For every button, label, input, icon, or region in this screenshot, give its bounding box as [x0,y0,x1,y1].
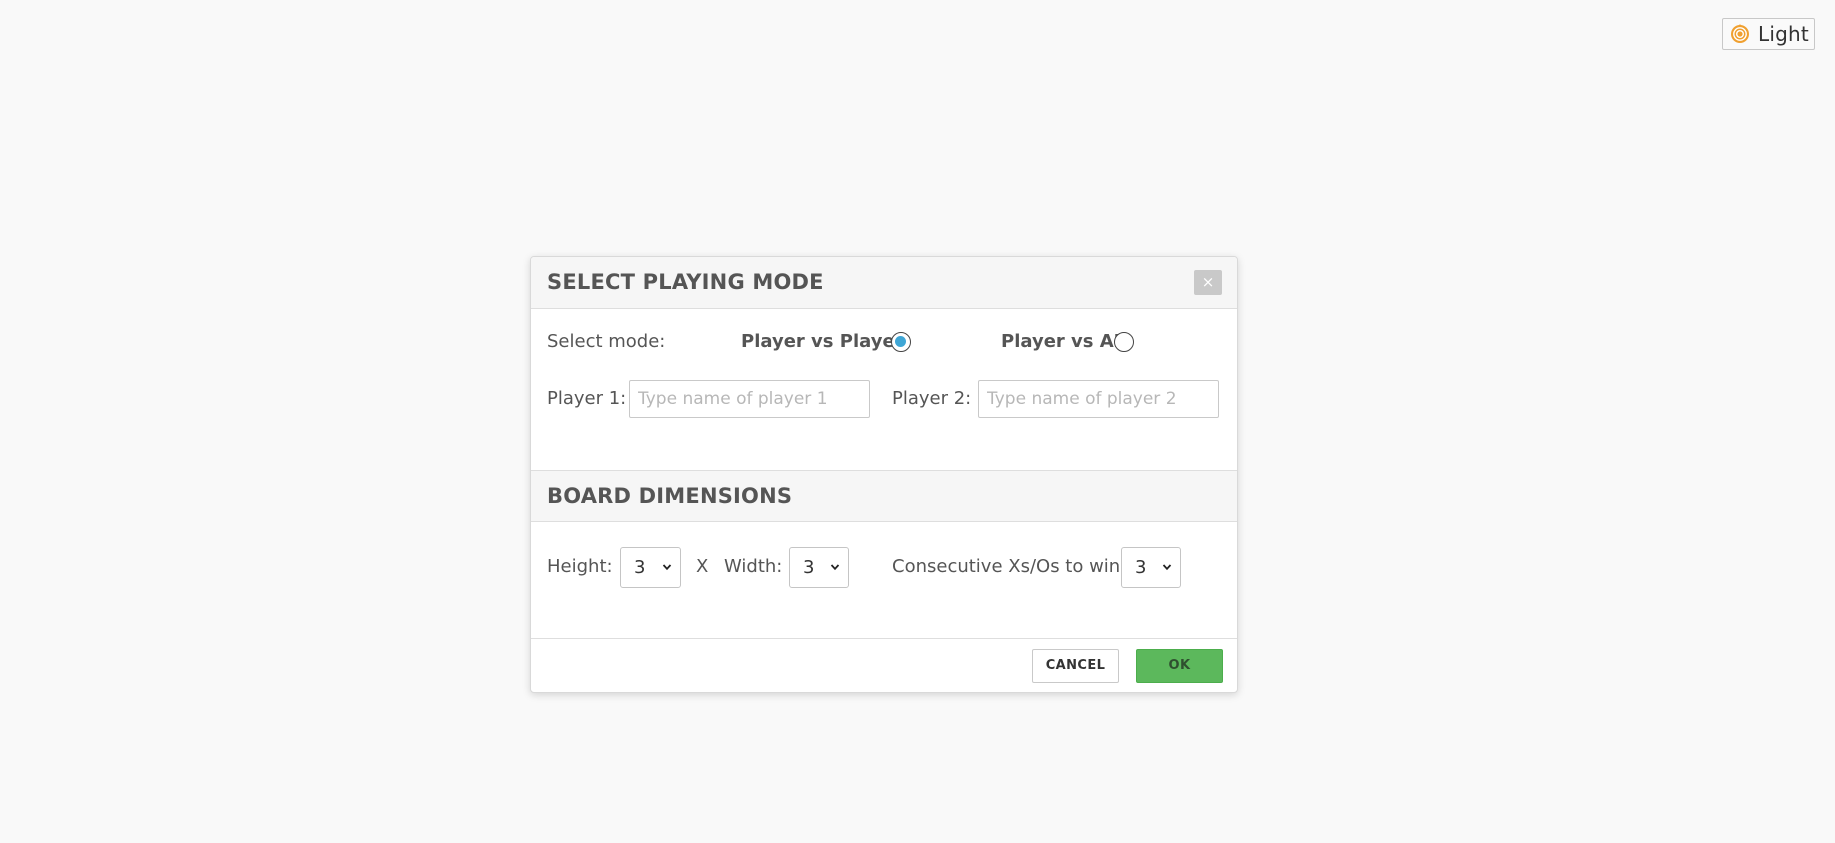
close-icon: × [1201,273,1215,291]
player1-name-input[interactable] [629,380,870,418]
width-select-value: 3 [803,557,815,578]
times-label: X [696,556,709,577]
cancel-button[interactable]: CANCEL [1032,649,1119,683]
win-condition-select-value: 3 [1135,557,1147,578]
mode-option-pvai-label[interactable]: Player vs AI [1001,331,1120,352]
radio-player-vs-ai[interactable] [1114,332,1134,352]
height-select-value: 3 [634,557,646,578]
dialog-title: SELECT PLAYING MODE [547,270,824,294]
board-dimensions-header: BOARD DIMENSIONS [531,470,1237,522]
height-select[interactable]: 3 [620,547,681,588]
width-select[interactable]: 3 [789,547,849,588]
player2-name-input[interactable] [978,380,1219,418]
chevron-down-icon [1162,564,1172,571]
theme-toggle-button[interactable]: Light [1722,18,1815,50]
ok-button[interactable]: OK [1136,649,1223,683]
radio-player-vs-player[interactable] [891,332,911,352]
sun-icon [1731,24,1749,43]
mode-option-pvp-label[interactable]: Player vs Player [741,331,904,352]
select-mode-label: Select mode: [547,331,666,352]
width-label: Width: [724,556,783,577]
board-dimensions-title: BOARD DIMENSIONS [547,484,793,508]
footer-divider [531,638,1237,639]
chevron-down-icon [662,564,672,571]
player2-label: Player 2: [892,388,972,409]
win-condition-label: Consecutive Xs/Os to win: [892,556,1127,577]
player1-label: Player 1: [547,388,627,409]
close-button[interactable]: × [1194,270,1222,295]
height-label: Height: [547,556,613,577]
select-mode-dialog: SELECT PLAYING MODE × Select mode: Playe… [530,256,1238,693]
chevron-down-icon [830,564,840,571]
dialog-header: SELECT PLAYING MODE × [531,257,1237,309]
theme-toggle-label: Light [1758,22,1809,46]
win-condition-select[interactable]: 3 [1121,547,1181,588]
